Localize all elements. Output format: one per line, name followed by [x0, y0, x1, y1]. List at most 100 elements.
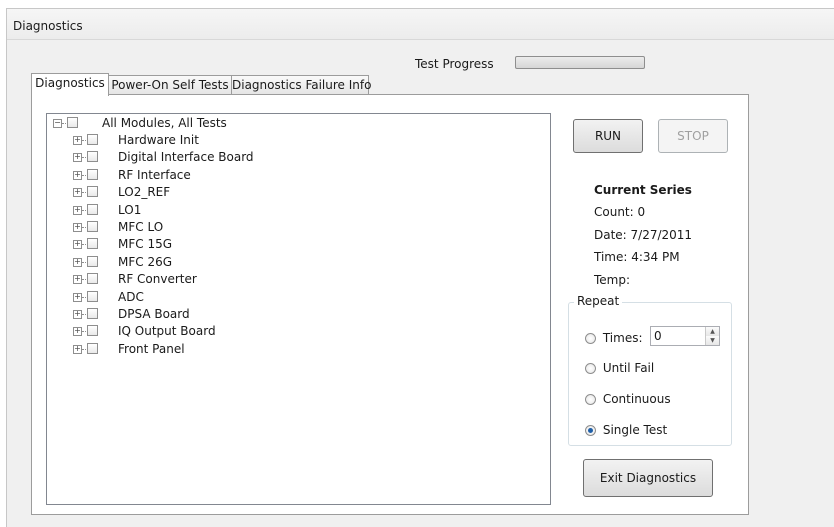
- times-option[interactable]: Times:: [585, 330, 643, 346]
- diagnostics-window: Diagnostics Test Progress Diagnostics Po…: [6, 8, 834, 527]
- tree-item-label: DPSA Board: [118, 307, 190, 321]
- series-temp: Temp:: [594, 273, 631, 287]
- tree-root-row[interactable]: − All Modules, All Tests: [51, 115, 351, 132]
- times-label: Times:: [602, 331, 643, 345]
- tree-item-label: Hardware Init: [118, 133, 199, 147]
- tree-item-checkbox[interactable]: [87, 186, 98, 198]
- tree-item-row[interactable]: + Digital Interface Board: [51, 149, 351, 166]
- tab-diagnostics[interactable]: Diagnostics: [31, 73, 109, 96]
- expand-icon[interactable]: +: [73, 292, 82, 302]
- expand-icon[interactable]: +: [73, 223, 82, 232]
- collapse-icon[interactable]: −: [53, 119, 62, 128]
- tree-item-checkbox[interactable]: [87, 134, 98, 145]
- expand-icon[interactable]: +: [73, 188, 82, 198]
- tree-root-label: All Modules, All Tests: [102, 116, 227, 130]
- tree-item-checkbox[interactable]: [87, 238, 98, 250]
- series-date: Date: 7/27/2011: [594, 228, 693, 242]
- series-count: Count: 0: [594, 205, 646, 219]
- tree-connector: [82, 244, 86, 246]
- tree-connector: [82, 314, 86, 315]
- continuous-label: Continuous: [602, 392, 671, 406]
- tree-item-label: Digital Interface Board: [118, 150, 254, 165]
- single-test-radio[interactable]: [585, 425, 596, 436]
- window-title: Diagnostics: [13, 19, 83, 33]
- tree-item-row[interactable]: + RF Converter: [51, 271, 351, 288]
- tree-connector: [82, 348, 86, 350]
- until-fail-label: Until Fail: [602, 361, 655, 375]
- tree-item-row[interactable]: + DPSA Board: [51, 306, 351, 323]
- single-test-label: Single Test: [602, 423, 668, 437]
- tree-item-checkbox[interactable]: [87, 290, 98, 302]
- tree-item-checkbox[interactable]: [87, 221, 98, 232]
- tree-item-checkbox[interactable]: [87, 308, 98, 319]
- tree-item-checkbox[interactable]: [87, 203, 98, 215]
- tree-item-row[interactable]: + LO1: [51, 202, 351, 219]
- stop-button[interactable]: STOP: [658, 119, 728, 153]
- repeat-group-title: Repeat: [574, 294, 623, 308]
- tree-item-row[interactable]: + MFC 15G: [51, 236, 351, 253]
- times-spinner[interactable]: 0 ▲ ▼: [650, 326, 720, 346]
- run-button[interactable]: RUN: [573, 119, 643, 153]
- expand-icon[interactable]: +: [73, 153, 82, 163]
- tab-power-on-self-tests[interactable]: Power-On Self Tests: [108, 75, 232, 95]
- tree-item-row[interactable]: + RF Interface: [51, 167, 351, 184]
- title-bar: Diagnostics: [7, 9, 834, 40]
- tree-connector: [82, 279, 86, 281]
- tree-connector: [82, 157, 86, 159]
- module-test-tree[interactable]: − All Modules, All Tests + Hardware Init +…: [46, 113, 551, 505]
- tree-item-row[interactable]: + ADC: [51, 289, 351, 306]
- tree-item-row[interactable]: + IQ Output Board: [51, 323, 351, 340]
- tree-item-label: LO1: [118, 202, 142, 217]
- tree-item-row[interactable]: + MFC LO: [51, 219, 351, 236]
- tree-item-row[interactable]: + Hardware Init: [51, 132, 351, 149]
- tree-item-label: ADC: [118, 289, 144, 304]
- test-progress-label: Test Progress: [415, 57, 494, 71]
- test-progress-bar: [515, 56, 645, 69]
- tree-connector: [82, 227, 86, 228]
- continuous-radio[interactable]: [585, 394, 596, 405]
- expand-icon[interactable]: +: [73, 344, 82, 354]
- tree-item-checkbox[interactable]: [87, 273, 98, 285]
- until-fail-radio[interactable]: [585, 363, 596, 374]
- expand-icon[interactable]: +: [73, 136, 82, 145]
- tree-item-row[interactable]: + Front Panel: [51, 341, 351, 358]
- tree-item-checkbox[interactable]: [87, 342, 98, 354]
- current-series-heading: Current Series: [594, 183, 692, 197]
- tree-item-label: Front Panel: [118, 341, 185, 356]
- tree-item-label: MFC LO: [118, 220, 164, 234]
- spin-down-arrow-icon[interactable]: ▼: [706, 336, 719, 345]
- tree-item-label: RF Converter: [118, 272, 197, 287]
- tree-item-row[interactable]: + LO2_REF: [51, 184, 351, 201]
- expand-icon[interactable]: +: [73, 170, 82, 180]
- tree-item-checkbox[interactable]: [87, 255, 98, 267]
- series-time: Time: 4:34 PM: [594, 250, 680, 264]
- single-test-option[interactable]: Single Test: [585, 422, 667, 438]
- expand-icon[interactable]: +: [73, 327, 82, 337]
- diagnostics-tab-panel: − All Modules, All Tests + Hardware Init +…: [31, 94, 749, 515]
- continuous-option[interactable]: Continuous: [585, 391, 671, 407]
- tab-diagnostics-failure-info[interactable]: Diagnostics Failure Info: [231, 75, 371, 95]
- tree-connector: [82, 140, 86, 141]
- tree-connector: [82, 261, 86, 263]
- expand-icon[interactable]: +: [73, 240, 82, 250]
- spinner-buttons: ▲ ▼: [705, 327, 719, 345]
- tree-connector: [82, 296, 86, 298]
- exit-diagnostics-button[interactable]: Exit Diagnostics: [583, 459, 713, 497]
- expand-icon[interactable]: +: [73, 310, 82, 319]
- tree-item-label: MFC 26G: [118, 254, 173, 269]
- tree-item-label: LO2_REF: [118, 185, 171, 200]
- expand-icon[interactable]: +: [73, 205, 82, 215]
- tree-connector: [82, 174, 86, 176]
- expand-icon[interactable]: +: [73, 275, 82, 285]
- times-value: 0: [654, 329, 662, 343]
- tree-item-checkbox[interactable]: [87, 325, 98, 337]
- tree-item-checkbox[interactable]: [87, 168, 98, 180]
- until-fail-option[interactable]: Until Fail: [585, 360, 654, 376]
- times-radio[interactable]: [585, 333, 596, 344]
- tree-item-label: IQ Output Board: [118, 324, 216, 339]
- tree-connector: [82, 192, 86, 194]
- expand-icon[interactable]: +: [73, 257, 82, 267]
- tree-item-checkbox[interactable]: [87, 151, 98, 163]
- tree-root-checkbox[interactable]: [67, 117, 78, 128]
- tree-item-row[interactable]: + MFC 26G: [51, 254, 351, 271]
